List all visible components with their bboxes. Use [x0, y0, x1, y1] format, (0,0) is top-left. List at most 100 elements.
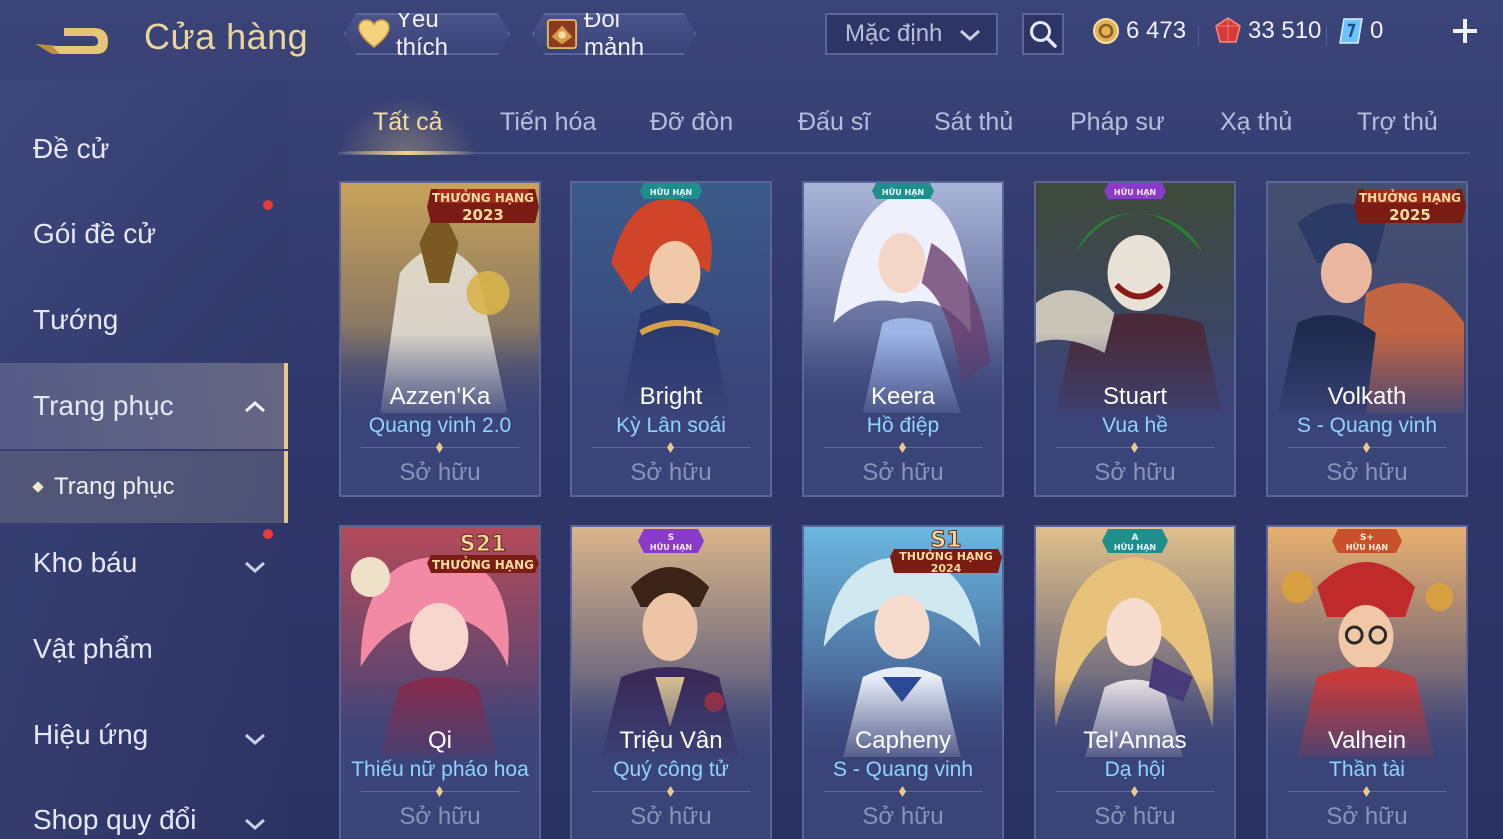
rank-reward-badge: THƯỞNG HẠNG 2025: [1354, 189, 1466, 224]
sidebar-item-items[interactable]: Vật phẩm: [0, 606, 288, 692]
badge-grade-text: S: [668, 533, 674, 543]
skin-name: Vua hề: [1102, 414, 1168, 437]
tab-mage[interactable]: Pháp sư: [1070, 108, 1165, 137]
skin-name: Kỳ Lân soái: [616, 414, 726, 437]
sidebar-item-label: Vật phẩm: [33, 633, 153, 664]
skin-card[interactable]: S+ HỮU HẠN Valhein Thần tài Sở hữu: [1266, 525, 1468, 839]
skin-name: Hồ điệp: [866, 414, 940, 437]
hero-name: Volkath: [1327, 383, 1407, 410]
favorite-button[interactable]: Yêu thích: [344, 13, 510, 55]
badge-top-text: HỮU HẠN: [1114, 541, 1156, 552]
skin-card[interactable]: THƯỞNG HẠNG 2023 Azzen'Ka Quang vinh 2.0…: [339, 181, 541, 497]
divider-diamond: [436, 442, 443, 453]
sidebar-subitem-label: Trang phục: [54, 473, 175, 500]
badge-sub-text: 2023: [462, 206, 504, 224]
divider-diamond: [1363, 786, 1370, 797]
sidebar-item-effects[interactable]: Hiệu ứng: [0, 692, 288, 778]
tab-support[interactable]: Trợ thủ: [1357, 108, 1438, 137]
badge-top-text: THƯỞNG HẠNG: [899, 549, 993, 563]
rank-reward-badge: THƯỞNG HẠNG 2023: [427, 189, 539, 224]
badge-top-text: HỮU HẠN: [650, 186, 692, 197]
sidebar-item-recommended[interactable]: Đề cử: [0, 106, 288, 192]
skin-card[interactable]: S HỮU HẠN Triệu Vân Quý công tử Sở hữu: [570, 525, 772, 839]
badge-sub-text: 2024: [931, 562, 962, 575]
owned-status: Sở hữu: [630, 459, 712, 486]
skin-card[interactable]: HỮU HẠN Bright Kỳ Lân soái Sở hữu: [570, 181, 772, 497]
diamond-bullet-icon: [32, 481, 44, 493]
hero-name: Capheny: [854, 727, 952, 754]
skin-card[interactable]: A HỮU HẠN Tel'Annas Dạ hội Sở hữu: [1034, 525, 1236, 839]
divider-diamond: [436, 786, 443, 797]
chevron-down-icon: [244, 725, 266, 757]
rank-reward-badge: S1 THƯỞNG HẠNG 2024: [890, 528, 1002, 575]
hero-name: Azzen'Ka: [389, 383, 491, 410]
tab-tank[interactable]: Đỡ đòn: [650, 108, 733, 137]
page-title: Cửa hàng: [144, 16, 309, 57]
divider-diamond: [1363, 442, 1370, 453]
exchange-fragments-button[interactable]: Đổi mảnh: [532, 13, 696, 55]
voucher-icon: [1339, 18, 1363, 44]
tab-assassin[interactable]: Sát thủ: [934, 108, 1013, 137]
skin-card[interactable]: THƯỞNG HẠNG 2025 Volkath S - Quang vinh …: [1266, 181, 1468, 497]
category-tabs: Tất cả Tiến hóa Đỡ đòn Đấu sĩ Sát thủ Ph…: [338, 98, 1470, 155]
search-button[interactable]: [1022, 13, 1064, 55]
skin-card[interactable]: HỮU HẠN Keera Hồ điệp Sở hữu: [802, 181, 1004, 497]
badge-top-text: HỮU HẠN: [1346, 541, 1388, 552]
badge-top-text: THƯỞNG HẠNG: [1359, 189, 1461, 205]
sort-dropdown[interactable]: Mặc định: [825, 13, 998, 55]
favorite-label: Yêu thích: [396, 6, 449, 61]
owned-status: Sở hữu: [399, 459, 481, 486]
ruby-icon: [1215, 17, 1241, 43]
owned-status: Sở hữu: [862, 459, 944, 486]
chevron-down-icon: [244, 553, 266, 585]
gold-coin-icon: [1093, 18, 1119, 44]
add-currency-button[interactable]: [1448, 14, 1482, 48]
skin-name: Quang vinh 2.0: [368, 414, 512, 437]
hero-name: Bright: [639, 383, 703, 410]
badge-grade-text: S21: [460, 532, 506, 557]
sidebar-item-label: Gói đề cử: [33, 218, 157, 249]
sidebar-item-label: Shop quy đổi: [33, 804, 197, 835]
sidebar-item-recommended-packs[interactable]: Gói đề cử: [0, 191, 288, 277]
tab-fighter[interactable]: Đấu sĩ: [798, 108, 870, 137]
limited-badge: HỮU HẠN: [1104, 183, 1166, 199]
owned-status: Sở hữu: [399, 803, 481, 830]
owned-status: Sở hữu: [862, 803, 944, 830]
sidebar-item-label: Đề cử: [33, 133, 110, 164]
skin-name: Thần tài: [1329, 758, 1405, 781]
notification-dot: [263, 200, 273, 210]
tab-evolution[interactable]: Tiến hóa: [500, 108, 596, 137]
active-tab-underline: [338, 151, 476, 155]
sidebar-item-label: Hiệu ứng: [33, 719, 149, 750]
badge-top-text: THƯỞNG HẠNG: [432, 556, 534, 572]
skin-card[interactable]: S1 THƯỞNG HẠNG 2024 Capheny S - Quang vi…: [802, 525, 1004, 839]
sidebar-item-treasure[interactable]: Kho báu: [0, 520, 288, 606]
voucher-value: 0: [1370, 17, 1384, 44]
hero-name: Tel'Annas: [1083, 727, 1187, 754]
badge-top-text: HỮU HẠN: [882, 186, 924, 197]
plus-icon: [1453, 19, 1477, 43]
owned-status: Sở hữu: [1094, 803, 1176, 830]
skin-name: Dạ hội: [1104, 758, 1166, 781]
sidebar-subitem-skins[interactable]: Trang phục: [0, 451, 288, 523]
sidebar-item-heroes[interactable]: Tướng: [0, 277, 288, 363]
tab-all[interactable]: Tất cả: [373, 108, 442, 137]
hero-name: Qi: [428, 727, 452, 754]
search-icon: [1030, 21, 1057, 48]
hero-name: Valhein: [1327, 727, 1407, 754]
sidebar-item-skins[interactable]: Trang phục: [0, 363, 288, 449]
divider-diamond: [1131, 442, 1138, 453]
limited-badge: HỮU HẠN: [872, 183, 934, 199]
chest-icon: [546, 18, 578, 50]
owned-status: Sở hữu: [1326, 803, 1408, 830]
ruby-value: 33 510: [1248, 17, 1322, 44]
skin-card[interactable]: S21 THƯỞNG HẠNG Qi Thiếu nữ pháo hoa Sở …: [339, 525, 541, 839]
back-button[interactable]: [30, 14, 114, 64]
tab-marksman[interactable]: Xạ thủ: [1220, 108, 1292, 137]
skin-card[interactable]: HỮU HẠN Stuart Vua hề Sở hữu: [1034, 181, 1236, 497]
divider-diamond: [899, 786, 906, 797]
badge-top-text: HỮU HẠN: [1114, 186, 1156, 197]
sidebar-item-exchange-shop[interactable]: Shop quy đổi: [0, 777, 288, 839]
badge-sub-text: 2025: [1389, 206, 1431, 224]
back-arrow-icon: [36, 28, 108, 54]
